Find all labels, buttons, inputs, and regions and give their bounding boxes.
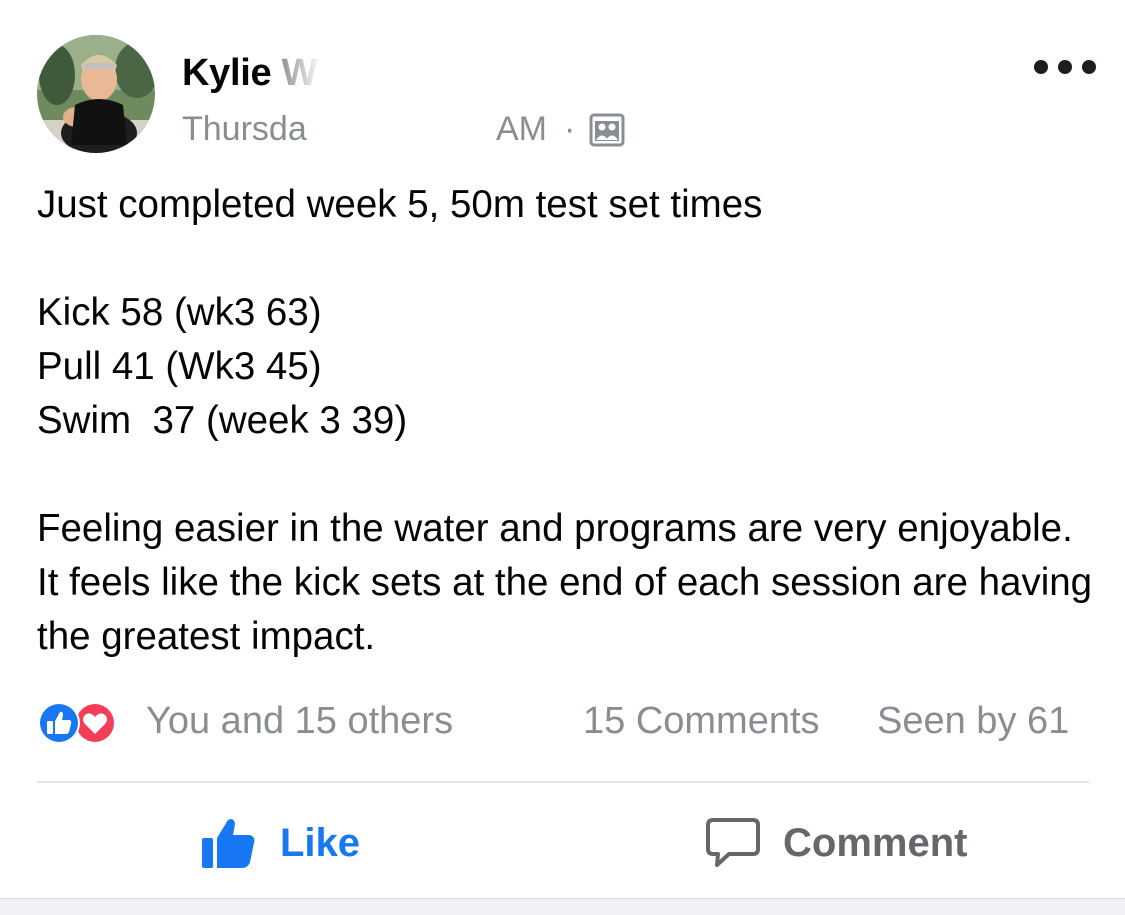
- comment-bubble-icon: [705, 817, 761, 869]
- post-text-line: Pull 41 (Wk3 45): [37, 345, 322, 388]
- post-body: Just completed week 5, 50m test set time…: [37, 178, 1097, 664]
- comment-label: Comment: [783, 820, 968, 865]
- author-avatar[interactable]: [37, 35, 155, 153]
- more-dot: [1082, 60, 1096, 74]
- seen-by-count[interactable]: Seen by 61: [877, 700, 1069, 743]
- comments-count[interactable]: 15 Comments: [583, 700, 820, 743]
- more-dot: [1034, 60, 1048, 74]
- like-label: Like: [280, 820, 361, 865]
- more-dot: [1058, 60, 1072, 74]
- post-timestamp-day[interactable]: Thursda: [182, 110, 307, 148]
- like-reaction-icon: [37, 701, 81, 745]
- group-audience-icon[interactable]: [589, 113, 625, 156]
- post-timestamp-time[interactable]: AM: [496, 110, 547, 149]
- reaction-summary[interactable]: You and 15 others: [146, 700, 453, 743]
- avatar-photo: [37, 35, 155, 153]
- like-button[interactable]: Like: [200, 808, 360, 878]
- reaction-icons[interactable]: [37, 700, 117, 746]
- meta-separator: ·: [564, 110, 576, 148]
- post-text-line: Kick 58 (wk3 63): [37, 291, 322, 334]
- post-text-line: Just completed week 5, 50m test set time…: [37, 183, 763, 226]
- divider: [37, 781, 1089, 783]
- thumbs-up-icon: [200, 816, 256, 870]
- redaction-blur: [312, 110, 492, 150]
- post-text-paragraph: Feeling easier in the water and programs…: [37, 507, 1103, 658]
- feed-separator: [0, 898, 1125, 915]
- post-text-line: Swim 37 (week 3 39): [37, 399, 408, 442]
- comment-button[interactable]: Comment: [705, 808, 967, 878]
- post-meta: Thursda AM ·: [182, 110, 625, 150]
- author-name[interactable]: Kylie W: [182, 48, 340, 100]
- redaction-fade: [280, 48, 340, 100]
- more-options-icon[interactable]: [1034, 52, 1096, 82]
